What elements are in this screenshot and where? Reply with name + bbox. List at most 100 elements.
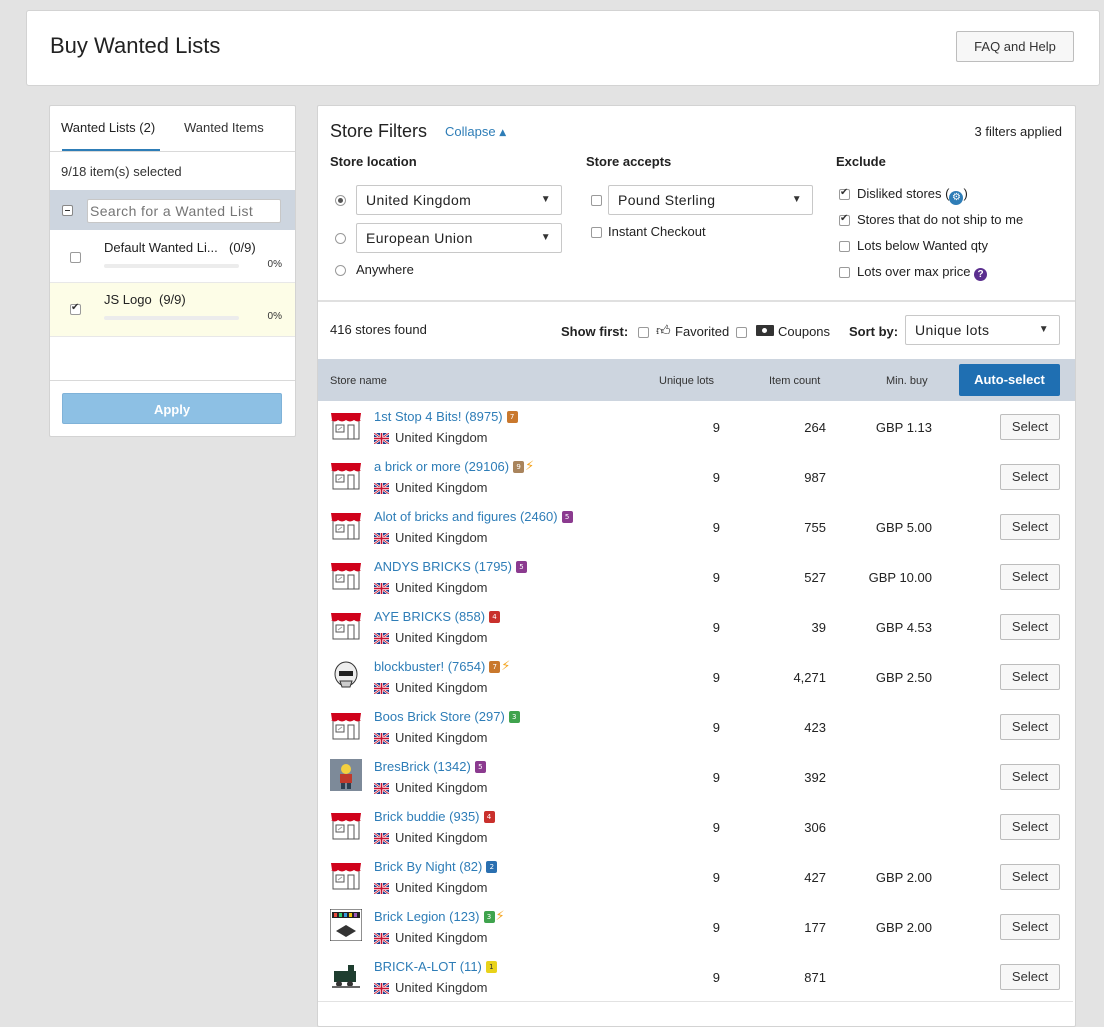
faq-help-button[interactable]: FAQ and Help	[956, 31, 1074, 62]
select-store-button[interactable]: Select	[1000, 564, 1060, 590]
store-name-link[interactable]: blockbuster! (7654) 7 ⚡︎	[374, 659, 510, 674]
favorited-checkbox[interactable]	[638, 327, 649, 338]
coupons-label: Coupons	[778, 324, 831, 339]
store-name-link[interactable]: BresBrick (1342) 5	[374, 759, 486, 774]
uk-flag-icon	[373, 981, 390, 995]
item-count-value: 39	[811, 620, 826, 635]
store-name-link[interactable]: Boos Brick Store (297) 3	[374, 709, 520, 724]
item-count-value: 987	[804, 470, 826, 485]
unique-lots-value: 9	[712, 970, 720, 985]
instant-checkout-label: Instant Checkout	[608, 224, 706, 239]
select-store-button[interactable]: Select	[1000, 814, 1060, 840]
store-logo[interactable]	[330, 509, 362, 541]
list-item[interactable]: JS Logo (9/9) 0%	[50, 283, 295, 337]
apply-button[interactable]: Apply	[62, 393, 282, 424]
store-logo[interactable]	[330, 859, 362, 891]
select-store-button[interactable]: Select	[1000, 414, 1060, 440]
select-all-checkbox[interactable]	[62, 205, 73, 216]
item-count-value: 755	[804, 520, 826, 535]
table-row: AYE BRICKS (858) 4 United Kingdom 9 39 GBP 4.…	[318, 601, 1073, 652]
table-row: ANDYS BRICKS (1795) 5 United Kingdom 9 527 GB…	[318, 551, 1073, 602]
dropdown-caret-icon: ▼	[1038, 324, 1049, 335]
location-uk-select[interactable]: United Kingdom ▼	[356, 185, 562, 215]
select-store-button[interactable]: Select	[1000, 464, 1060, 490]
store-logo[interactable]	[329, 908, 363, 942]
store-logo[interactable]	[330, 559, 362, 591]
col-min-buy: Min. buy	[886, 375, 928, 387]
no-ship-checkbox[interactable]	[839, 213, 850, 226]
location-uk-radio[interactable]	[335, 195, 346, 206]
store-logo[interactable]	[330, 659, 362, 691]
instant-checkout-checkbox[interactable]	[591, 227, 602, 238]
select-store-button[interactable]: Select	[1000, 514, 1060, 540]
location-anywhere-radio[interactable]	[335, 265, 346, 276]
location-eu-select[interactable]: European Union ▼	[356, 223, 562, 253]
store-logo[interactable]	[330, 409, 362, 441]
select-store-button[interactable]: Select	[1000, 864, 1060, 890]
tab-wanted-lists[interactable]: Wanted Lists (2)	[50, 106, 172, 152]
uk-flag-icon	[373, 631, 390, 645]
help-question-icon[interactable]: ?	[974, 268, 988, 281]
store-name-link[interactable]: BRICK-A-LOT (11) 1	[374, 959, 497, 974]
store-name-link[interactable]: a brick or more (29106) 9 ⚡︎	[374, 459, 534, 474]
list-item-checkbox[interactable]	[70, 252, 81, 263]
list-item-checkbox[interactable]	[70, 302, 81, 315]
store-logo[interactable]	[330, 809, 362, 841]
store-name-link[interactable]: ANDYS BRICKS (1795) 5	[374, 559, 527, 574]
store-name-text: BRICK-A-LOT (11)	[374, 959, 482, 974]
auto-select-button[interactable]: Auto-select	[959, 364, 1060, 396]
lightning-icon: ⚡︎	[501, 659, 511, 674]
location-eu-radio[interactable]	[335, 233, 346, 244]
uk-flag-icon	[373, 481, 390, 495]
uk-flag-icon	[373, 531, 390, 545]
store-country: United Kingdom	[395, 680, 488, 695]
wanted-list-search-input[interactable]	[87, 199, 281, 223]
select-store-button[interactable]: Select	[1000, 764, 1060, 790]
store-name-link[interactable]: Alot of bricks and figures (2460) 5	[374, 509, 573, 524]
list-item-progress-bar	[104, 316, 239, 320]
store-name-link[interactable]: Brick buddie (935) 4	[374, 809, 495, 824]
store-name-link[interactable]: 1st Stop 4 Bits! (8975) 7	[374, 409, 518, 424]
unique-lots-value: 9	[712, 520, 720, 535]
store-logo[interactable]	[330, 959, 362, 991]
col-unique-lots: Unique lots	[659, 375, 715, 387]
tab-wanted-items[interactable]: Wanted Items	[172, 106, 294, 152]
store-logo[interactable]	[330, 459, 362, 491]
select-store-button[interactable]: Select	[1000, 664, 1060, 690]
location-uk-value: United Kingdom	[366, 192, 472, 208]
currency-select[interactable]: Pound Sterling ▼	[608, 185, 813, 215]
store-name-link[interactable]: Brick By Night (82) 2	[374, 859, 498, 874]
coupons-checkbox[interactable]	[736, 327, 747, 338]
disliked-stores-checkbox[interactable]	[839, 187, 850, 200]
sort-by-select[interactable]: Unique lots ▼	[905, 315, 1060, 345]
select-store-button[interactable]: Select	[1000, 964, 1060, 990]
select-store-button[interactable]: Select	[1000, 614, 1060, 640]
over-price-checkbox[interactable]	[839, 267, 850, 278]
unique-lots-value: 9	[712, 870, 720, 885]
store-logo[interactable]	[330, 709, 362, 741]
table-row: Boos Brick Store (297) 3 United Kingdom 9 42…	[318, 701, 1073, 752]
table-row: a brick or more (29106) 9 ⚡︎ United Kingdom…	[318, 451, 1073, 502]
table-row: BresBrick (1342) 5 United Kingdom 9 392 Selec…	[318, 751, 1073, 802]
currency-checkbox[interactable]	[591, 195, 602, 206]
store-logo[interactable]	[330, 609, 362, 641]
store-name-text: AYE BRICKS (858)	[374, 609, 486, 624]
below-qty-checkbox[interactable]	[839, 241, 850, 252]
collapse-link[interactable]: Collapse ▲	[445, 124, 506, 139]
table-row: Brick By Night (82) 2 United Kingdom 9 427 GB…	[318, 851, 1073, 902]
unique-lots-value: 9	[712, 570, 720, 585]
list-item-name: JS Logo	[104, 292, 152, 307]
item-count-value: 264	[804, 420, 826, 435]
gear-icon[interactable]: ⚙	[949, 191, 964, 205]
disliked-stores-close: )	[963, 186, 968, 201]
list-item[interactable]: Default Wanted Li... (0/9) 0%	[50, 230, 295, 283]
select-store-button[interactable]: Select	[1000, 714, 1060, 740]
store-name-link[interactable]: Brick Legion (123) 3 ⚡︎	[374, 909, 505, 924]
select-store-button[interactable]: Select	[1000, 914, 1060, 940]
stores-found-count: 416 stores found	[330, 322, 427, 337]
feedback-badge-icon: 9	[513, 461, 525, 473]
store-name-link[interactable]: AYE BRICKS (858) 4	[374, 609, 501, 624]
uk-flag-icon	[373, 831, 390, 845]
store-logo[interactable]	[330, 759, 362, 791]
table-row: blockbuster! (7654) 7 ⚡︎ United Kingdom 9 4,2…	[318, 651, 1073, 702]
